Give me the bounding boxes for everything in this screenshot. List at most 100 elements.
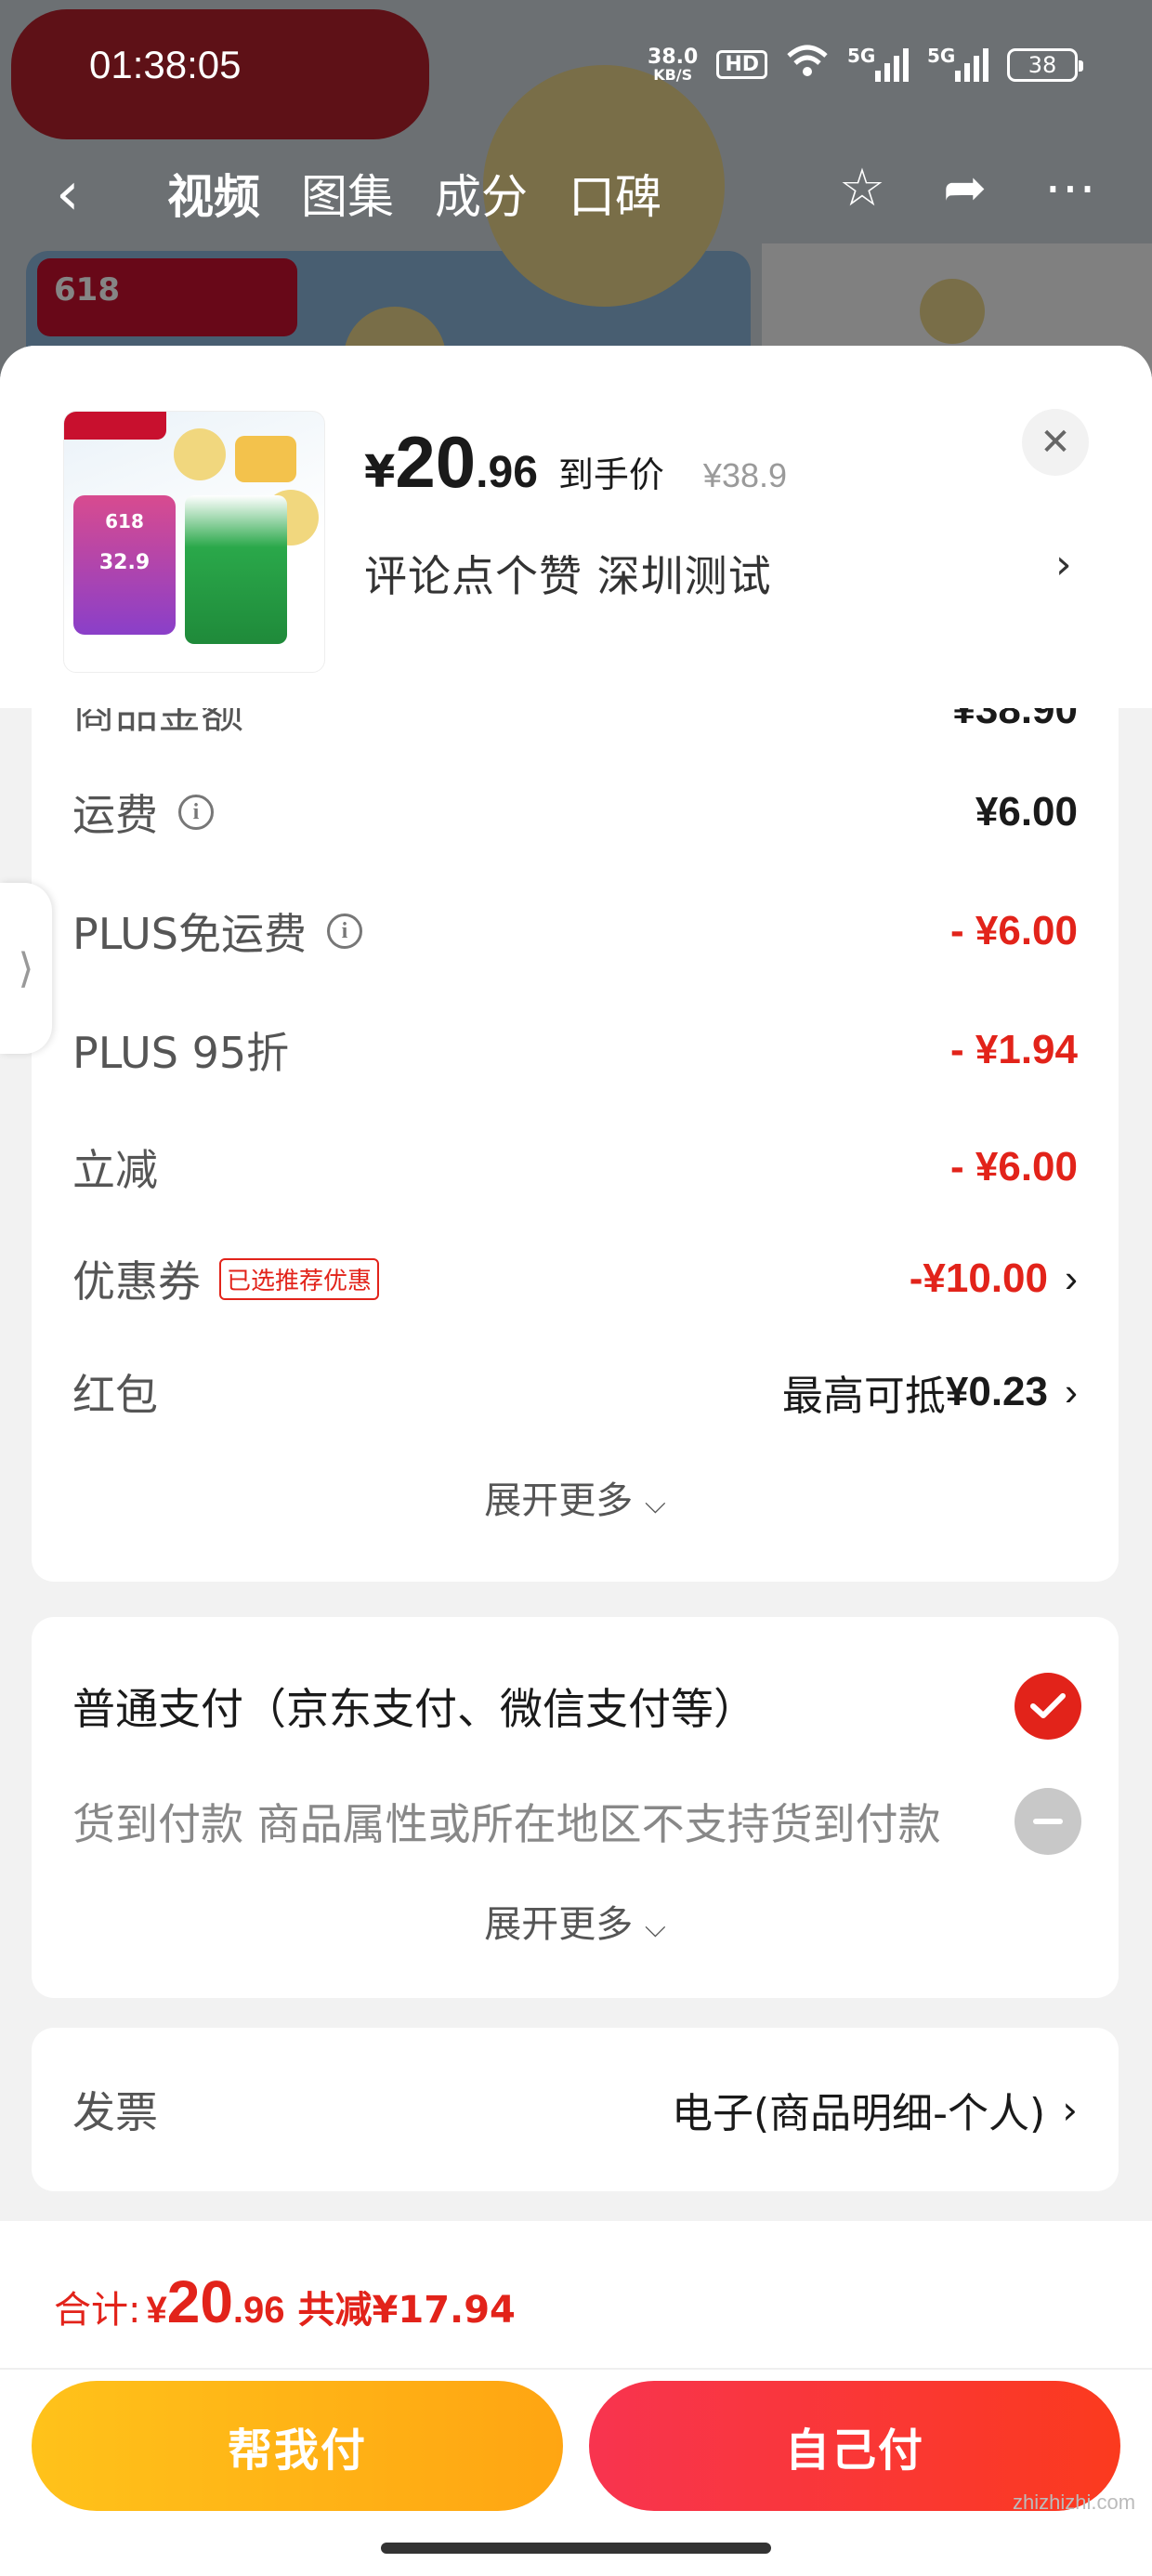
disabled-icon [1015,1788,1081,1855]
breakdown-value: ¥38.90 [952,708,1078,732]
breakdown-label-wrap: 优惠券 已选推荐优惠 [72,1248,380,1309]
invoice-value: 电子(商品明细-个人) [671,2090,1046,2137]
checkout-sheet: 618 32.9 ¥ 20 .96 到手价 ¥38.9 ✕ 评论点个赞 深圳测试… [0,346,1152,2576]
chevron-right-icon[interactable]: › [1065,1370,1078,1414]
breakdown-label: 立减 [72,1145,158,1195]
chevron-right-icon[interactable]: › [1055,541,1072,588]
total-integer: 20 [166,2268,233,2335]
checkmark-icon[interactable] [1015,1673,1081,1740]
breakdown-row-plus-free-shipping: PLUS免运费 i - ¥6.00 [72,894,1078,968]
price-decimal: .96 [476,448,538,497]
breakdown-value: ¥0.23 [945,1369,1048,1414]
home-indicator[interactable] [381,2543,771,2554]
original-price: ¥38.9 [702,456,788,494]
star-icon[interactable]: ☆ [839,158,885,218]
breakdown-value-wrap: 最高可抵 ¥0.23 › [782,1362,1078,1422]
status-icons: 38.0 KB/S HD 5G 5G 38 [648,44,1083,85]
watermark: zhizhizhi.com [1013,2491,1136,2514]
info-icon[interactable]: i [326,913,362,949]
chevron-right-icon[interactable]: › [1062,2087,1078,2133]
brand-logo [64,412,166,440]
invoice-row[interactable]: 发票 电子(商品明细-个人) › [72,2072,1078,2147]
price-row: ¥ 20 .96 到手价 ¥38.9 [364,420,787,505]
side-drawer-handle[interactable]: ⟩ [0,883,52,1054]
price-currency: ¥ [364,446,396,498]
total-row: 合计: ¥ 20 .96 共减¥17.94 [54,2267,516,2336]
badge-circle [174,428,226,480]
breakdown-label: 红包 [72,1370,158,1420]
tab-reviews[interactable]: 口碑 [569,160,661,227]
help-me-pay-button[interactable]: 帮我付 [32,2381,563,2511]
expand-more-button[interactable]: 展开更多 ⌵ [32,1470,1119,1524]
breakdown-value-prefix: 最高可抵 [781,1373,946,1420]
network-speed-value: 38.0 [648,45,699,69]
breakdown-row-red-packet[interactable]: 红包 最高可抵 ¥0.23 › [72,1355,1078,1429]
chevron-right-icon[interactable]: › [1065,1256,1078,1301]
payment-option-label: 普通支付（京东支付、微信支付等） [72,1684,756,1734]
breakdown-value: - ¥1.94 [950,1027,1078,1072]
nav-icons: ☆ ➦ ⋯ [839,158,1096,218]
breakdown-label: 运费 [72,790,158,840]
invoice-label: 发票 [72,2087,158,2137]
signal-label: 5G [847,44,876,67]
breakdown-row-plus-discount: PLUS 95折 - ¥1.94 [72,1013,1078,1087]
total-decimal: .96 [232,2290,285,2331]
breakdown-label-wrap: 运费 i [72,782,214,843]
payment-method-card: 普通支付（京东支付、微信支付等） 货到付款 商品属性或所在地区不支持货到付款 展… [32,1617,1119,1998]
total-currency: ¥ [146,2290,167,2331]
chevron-left-icon[interactable]: ‹ [56,160,80,229]
thumb-price-badge: 618 32.9 [73,495,176,635]
checkout-footer: 合计: ¥ 20 .96 共减¥17.94 帮我付 自己付 zhizhizhi.… [0,2221,1152,2576]
expand-more-label: 展开更多 [484,1479,634,1522]
total-label: 合计: [54,2289,141,2332]
network-speed-unit: KB/S [653,65,693,84]
breakdown-label: PLUS免运费 [72,909,307,959]
status-time: 01:38:05 [89,43,242,86]
thumb-price: 32.9 [98,551,151,574]
price-breakdown-card: 商品金额 ¥38.90 运费 i ¥6.00 PLUS免运费 i - ¥6.00 P… [32,708,1119,1582]
breakdown-row-instant-discount: 立减 - ¥6.00 [72,1130,1078,1204]
status-bar: 01:38:05 38.0 KB/S HD 5G 5G 38 [0,0,1152,139]
breakdown-value: -¥10.00 [909,1255,1048,1301]
breakdown-value: - ¥6.00 [950,1144,1078,1189]
payment-option-cod: 货到付款 商品属性或所在地区不支持货到付款 [72,1784,1081,1859]
product-header: 618 32.9 ¥ 20 .96 到手价 ¥38.9 ✕ 评论点个赞 深圳测试… [0,346,1152,708]
breakdown-row-coupon[interactable]: 优惠券 已选推荐优惠 -¥10.00 › [72,1242,1078,1316]
expand-more-label: 展开更多 [484,1903,634,1946]
close-icon[interactable]: ✕ [1022,409,1089,476]
share-icon[interactable]: ➦ [943,158,987,218]
price-tag: 到手价 [557,454,664,495]
chevron-down-icon: ⌵ [644,1488,666,1520]
hd-icon: HD [716,50,767,79]
signal-icon: 5G [927,44,988,82]
price-integer: 20 [395,421,477,503]
background-tabs: 视频 图集 成分 口碑 [167,160,661,227]
product-subtitle[interactable]: 评论点个赞 深圳测试 [364,543,772,604]
breakdown-label: 商品金额 [72,708,243,738]
wifi-icon [786,45,829,85]
battery-icon: 38 [1007,47,1083,82]
badge-tag [235,436,296,482]
invoice-value-wrap: 电子(商品明细-个人) › [672,2080,1078,2139]
breakdown-value: - ¥6.00 [950,908,1078,953]
network-speed: 38.0 KB/S [648,45,699,84]
signal-label: 5G [927,44,956,67]
tab-ingredients[interactable]: 成分 [435,160,528,227]
breakdown-label-wrap: PLUS免运费 i [72,900,362,962]
expand-more-button[interactable]: 展开更多 ⌵ [32,1894,1119,1948]
tab-video[interactable]: 视频 [167,160,260,227]
chevron-down-icon: ⌵ [644,1912,666,1944]
payment-option-normal[interactable]: 普通支付（京东支付、微信支付等） [72,1669,1081,1743]
product-thumbnail[interactable]: 618 32.9 [63,411,325,673]
info-icon[interactable]: i [178,795,214,830]
invoice-card[interactable]: 发票 电子(商品明细-个人) › [32,2028,1119,2191]
breakdown-value-wrap: -¥10.00 › [910,1255,1078,1302]
milk-pack-image [185,495,287,644]
coupon-tag: 已选推荐优惠 [219,1257,380,1300]
breakdown-label: 优惠券 [72,1256,201,1307]
signal-icon: 5G [847,44,909,82]
more-icon[interactable]: ⋯ [1044,158,1096,218]
tab-gallery[interactable]: 图集 [301,160,394,227]
background-nav-bar: ‹ 视频 图集 成分 口碑 ☆ ➦ ⋯ [0,139,1152,242]
payment-option-label: 货到付款 商品属性或所在地区不支持货到付款 [72,1799,941,1849]
